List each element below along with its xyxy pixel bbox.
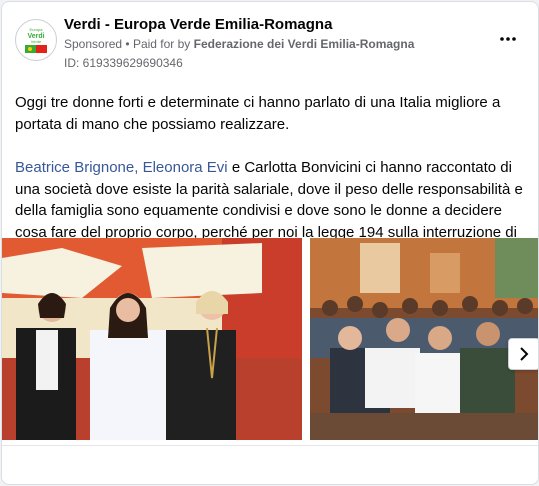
post-paragraph-1: Oggi tre donne forti e determinate ci ha… bbox=[15, 94, 501, 133]
more-horizontal-icon bbox=[500, 37, 516, 41]
photo-three-women bbox=[2, 238, 302, 440]
carousel-image-2[interactable] bbox=[310, 238, 538, 440]
image-carousel bbox=[2, 238, 538, 440]
page-avatar[interactable]: Europa Verdi Verde bbox=[15, 19, 57, 61]
ad-id: ID: 619339629690346 bbox=[64, 56, 183, 70]
page-name[interactable]: Verdi - Europa Verde Emilia-Romagna bbox=[64, 16, 332, 33]
carousel-next-button[interactable] bbox=[508, 338, 538, 370]
svg-text:Europa: Europa bbox=[30, 27, 44, 32]
footer-divider bbox=[2, 445, 538, 446]
svg-text:Verde: Verde bbox=[31, 39, 42, 44]
carousel-image-1[interactable] bbox=[2, 238, 302, 440]
mention-eleonora-evi[interactable]: Eleonora Evi bbox=[143, 159, 228, 176]
verdi-logo: Europa Verdi Verde bbox=[17, 21, 55, 59]
paid-for-label: Paid for by bbox=[132, 37, 191, 51]
photo-audience bbox=[310, 238, 538, 440]
sponsored-label: Sponsored bbox=[64, 37, 123, 51]
separator-dot: • bbox=[125, 37, 133, 51]
post-header: Europa Verdi Verde Verdi - Europa Verde … bbox=[2, 2, 538, 82]
chevron-right-icon bbox=[520, 347, 529, 361]
funder-name: Federazione dei Verdi Emilia-Romagna bbox=[193, 37, 415, 51]
sponsored-line: Sponsored • Paid for by Federazione dei … bbox=[64, 37, 414, 51]
more-options-button[interactable] bbox=[500, 28, 516, 46]
ad-card: Europa Verdi Verde Verdi - Europa Verde … bbox=[1, 1, 539, 485]
mention-beatrice-brignone[interactable]: Beatrice Brignone bbox=[15, 159, 134, 176]
